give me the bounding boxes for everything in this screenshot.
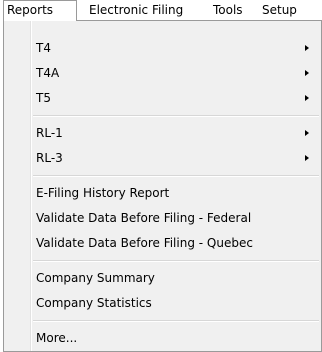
menu-item-rl-3-label: RL-3	[36, 151, 63, 165]
chevron-right-icon	[305, 70, 309, 76]
menu-item-more[interactable]: More...	[6, 326, 319, 350]
menu-tools-label: Tools	[213, 3, 243, 17]
menu-item-validate-quebec[interactable]: Validate Data Before Filing - Quebec	[6, 231, 319, 255]
menu-electronic-filing[interactable]: Electronic Filing	[89, 0, 183, 21]
menu-tools[interactable]: Tools	[213, 0, 243, 21]
menu-item-t4-label: T4	[36, 41, 51, 55]
menu-item-company-summary-label: Company Summary	[36, 271, 155, 285]
menu-item-company-statistics[interactable]: Company Statistics	[6, 291, 319, 315]
menu-item-rl-3[interactable]: RL-3	[6, 146, 319, 170]
menu-item-validate-quebec-label: Validate Data Before Filing - Quebec	[36, 236, 253, 250]
menu-separator	[33, 175, 319, 177]
menu-item-company-summary[interactable]: Company Summary	[6, 266, 319, 290]
menu-separator	[33, 260, 319, 262]
menu-separator	[33, 115, 319, 117]
menu-item-efiling-history-report[interactable]: E-Filing History Report	[6, 181, 319, 205]
menu-item-validate-federal-label: Validate Data Before Filing - Federal	[36, 211, 252, 225]
menu-item-t4[interactable]: T4	[6, 36, 319, 60]
menu-item-rl-1[interactable]: RL-1	[6, 121, 319, 145]
menu-separator	[33, 320, 319, 322]
reports-dropdown: T4 T4A T5 RL-1 RL-3 E-Filing History Rep…	[3, 20, 322, 352]
menu-item-t5-label: T5	[36, 91, 51, 105]
menu-electronic-filing-label: Electronic Filing	[89, 3, 184, 17]
menu-setup-label: Setup	[262, 3, 297, 17]
menu-item-t4a[interactable]: T4A	[6, 61, 319, 85]
chevron-right-icon	[305, 45, 309, 51]
menu-reports-label: Reports	[7, 3, 54, 17]
menu-reports[interactable]: Reports	[3, 0, 77, 21]
menu-item-more-label: More...	[36, 331, 78, 345]
menu-setup[interactable]: Setup	[262, 0, 297, 21]
menu-item-efiling-history-report-label: E-Filing History Report	[36, 186, 170, 200]
menu-item-t4a-label: T4A	[36, 66, 60, 80]
chevron-right-icon	[305, 130, 309, 136]
menu-item-validate-federal[interactable]: Validate Data Before Filing - Federal	[6, 206, 319, 230]
menu-item-t5[interactable]: T5	[6, 86, 319, 110]
menu-bar: Reports Electronic Filing Tools Setup	[0, 0, 322, 21]
chevron-right-icon	[305, 155, 309, 161]
menu-item-rl-1-label: RL-1	[36, 126, 63, 140]
chevron-right-icon	[305, 95, 309, 101]
menu-item-company-statistics-label: Company Statistics	[36, 296, 152, 310]
